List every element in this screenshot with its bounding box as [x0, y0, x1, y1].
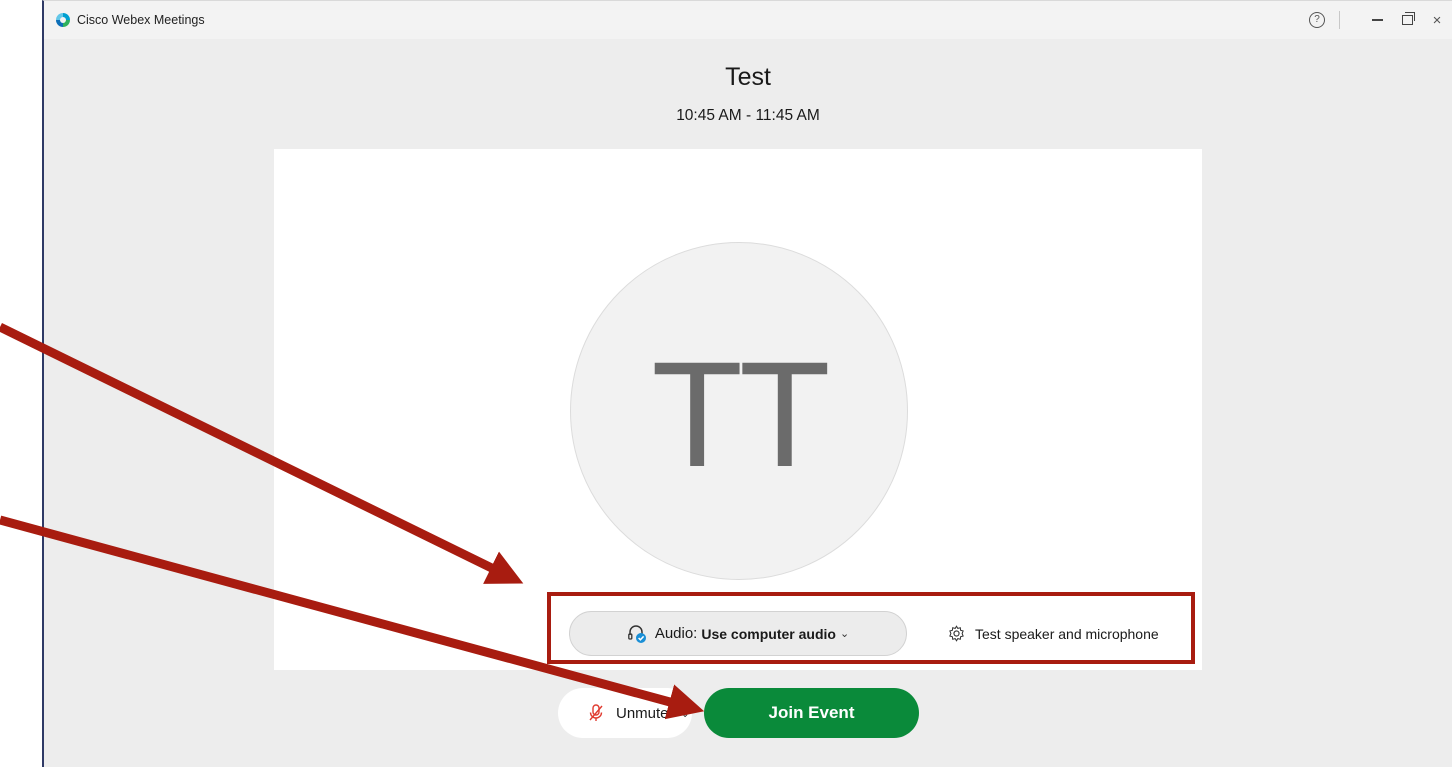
- window-controls: ? ×: [1309, 1, 1452, 39]
- help-icon[interactable]: ?: [1309, 12, 1325, 28]
- chevron-down-icon[interactable]: ⌄: [681, 707, 690, 720]
- window-title: Cisco Webex Meetings: [77, 13, 205, 27]
- join-event-label: Join Event: [768, 703, 855, 722]
- minimize-icon: [1371, 19, 1383, 21]
- restore-button[interactable]: [1392, 1, 1422, 39]
- webex-logo-icon: [56, 13, 70, 27]
- meeting-time: 10:45 AM - 11:45 AM: [676, 107, 820, 124]
- avatar: TT: [570, 242, 908, 580]
- title-bar-divider: [1339, 11, 1340, 29]
- close-icon: ×: [1432, 11, 1442, 29]
- unmute-button[interactable]: Unmute ⌄: [558, 688, 692, 738]
- avatar-initials: TT: [651, 330, 830, 498]
- restore-icon: [1401, 12, 1415, 25]
- unmute-label: Unmute: [616, 704, 669, 722]
- title-bar: Cisco Webex Meetings ? ×: [44, 1, 1452, 39]
- minimize-button[interactable]: [1362, 1, 1392, 39]
- join-event-button[interactable]: Join Event: [704, 688, 919, 738]
- meeting-title: Test: [725, 63, 771, 91]
- annotation-highlight-box: [547, 592, 1195, 664]
- close-button[interactable]: ×: [1422, 1, 1452, 39]
- mic-muted-icon: [589, 704, 603, 721]
